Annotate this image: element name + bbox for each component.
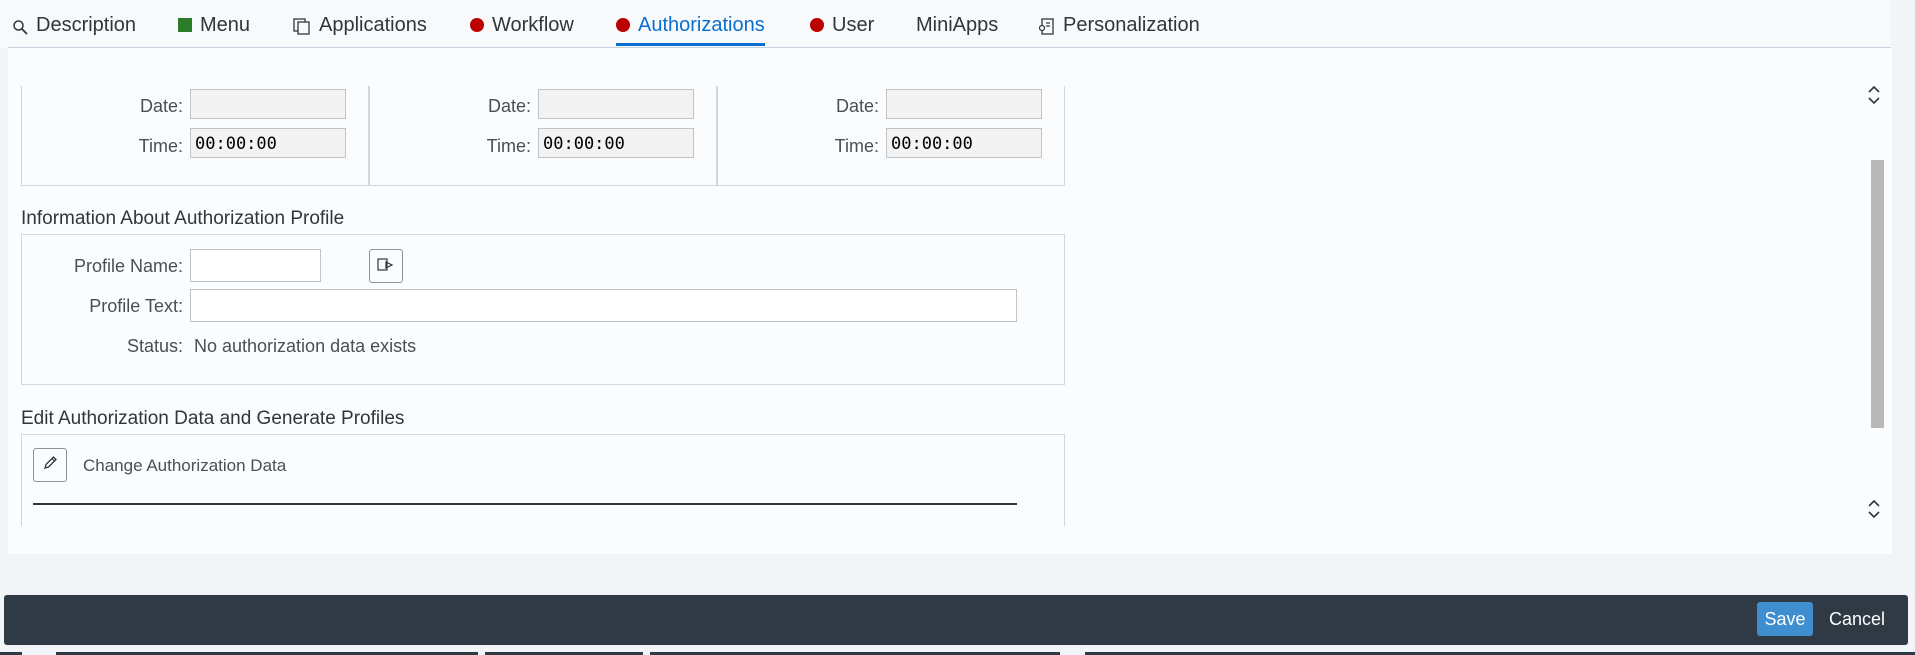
validity-frame-1: Date: Time: 00:00:00 <box>21 86 369 186</box>
vertical-scrollbar[interactable] <box>1862 80 1886 520</box>
propose-name-icon <box>377 256 395 277</box>
time-label: Time: <box>138 136 183 156</box>
status-red-dot-icon <box>470 18 484 32</box>
tab-label: User <box>832 14 875 36</box>
tab-label: Menu <box>200 14 251 36</box>
date-label: Date: <box>487 96 531 116</box>
status-red-dot-icon <box>810 18 824 32</box>
date-label: Date: <box>835 96 879 116</box>
tab-description[interactable]: Description <box>12 14 136 46</box>
scroll-down-icon[interactable] <box>1866 498 1882 527</box>
time-field[interactable]: 00:00:00 <box>538 128 694 158</box>
date-field[interactable] <box>190 89 346 119</box>
change-authorization-data-button[interactable] <box>33 448 67 482</box>
tab-label: Personalization <box>1063 14 1200 36</box>
profile-info-frame: Profile Name: Profile Text: Status: No a… <box>21 234 1065 385</box>
tab-applications[interactable]: Applications <box>293 14 427 46</box>
validity-frame-2: Date: Time: 00:00:00 <box>369 86 717 186</box>
validity-frame-3: Date: Time: 00:00:00 <box>717 86 1065 186</box>
tab-authorizations[interactable]: Authorizations <box>616 14 765 46</box>
scroll-thumb[interactable] <box>1871 160 1884 428</box>
status-value: No authorization data exists <box>194 336 417 356</box>
personalization-icon <box>1037 18 1055 42</box>
change-authorization-data-label[interactable]: Change Authorization Data <box>83 456 286 476</box>
pencil-icon <box>42 455 58 476</box>
time-label: Time: <box>834 136 879 156</box>
footer-toolbar <box>4 595 1908 645</box>
tab-menu[interactable]: Menu <box>178 14 250 46</box>
time-label: Time: <box>486 136 531 156</box>
tab-user[interactable]: User <box>810 14 874 46</box>
bottom-strip <box>0 648 1915 655</box>
status-label: Status: <box>126 336 183 356</box>
separator-line <box>33 503 1017 505</box>
date-label: Date: <box>139 96 183 116</box>
cancel-button[interactable]: Cancel <box>1822 602 1892 636</box>
date-field[interactable] <box>538 89 694 119</box>
tab-label: Workflow <box>492 14 574 36</box>
propose-name-button[interactable] <box>369 249 403 283</box>
date-field[interactable] <box>886 89 1042 119</box>
profile-text-field[interactable] <box>190 289 1017 322</box>
save-button[interactable]: Save <box>1757 602 1813 636</box>
profile-name-label: Profile Name: <box>73 256 183 276</box>
tab-miniapps[interactable]: MiniApps <box>916 14 998 46</box>
search-icon <box>12 18 28 41</box>
status-green-square-icon <box>178 18 192 32</box>
time-field[interactable]: 00:00:00 <box>886 128 1042 158</box>
status-red-dot-icon <box>616 18 630 32</box>
tab-personalization[interactable]: Personalization <box>1037 14 1200 46</box>
edit-section-frame: Change Authorization Data <box>21 434 1065 526</box>
tab-label: Applications <box>319 14 427 36</box>
copy-icon <box>293 18 311 42</box>
profile-name-field[interactable] <box>190 249 321 282</box>
tab-bar: Description Menu Applications Workflow A… <box>0 0 1890 48</box>
tab-label: Description <box>36 14 137 36</box>
profile-text-label: Profile Text: <box>89 296 183 316</box>
edit-section-title: Edit Authorization Data and Generate Pro… <box>21 408 405 429</box>
profile-info-title: Information About Authorization Profile <box>21 208 345 229</box>
scroll-up-icon[interactable] <box>1866 84 1882 113</box>
time-field[interactable]: 00:00:00 <box>190 128 346 158</box>
tab-label: Authorizations <box>638 14 765 36</box>
tab-label: MiniApps <box>916 14 999 36</box>
tab-workflow[interactable]: Workflow <box>470 14 574 46</box>
